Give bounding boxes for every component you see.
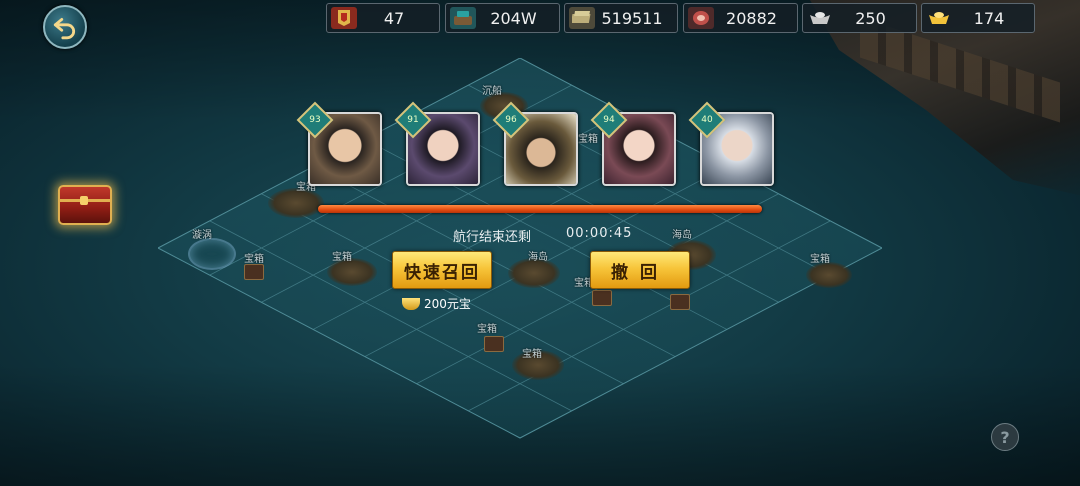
hero-level: 93 bbox=[309, 115, 321, 125]
treasure-box bbox=[244, 264, 264, 280]
withdraw-label: 撤回 bbox=[611, 262, 669, 283]
treasure-box bbox=[670, 294, 690, 310]
banner-token-icon bbox=[331, 7, 357, 29]
resource-wood: 204W bbox=[445, 3, 560, 33]
back-button[interactable] bbox=[43, 5, 87, 49]
wood-count: 204W bbox=[490, 8, 537, 28]
withdraw-button[interactable]: 撤回 bbox=[590, 251, 690, 289]
hero-level: 40 bbox=[701, 115, 713, 125]
silver-ingot-count: 250 bbox=[855, 8, 886, 28]
silver-count: 519511 bbox=[601, 8, 663, 28]
map-label: 沉船 bbox=[482, 86, 502, 97]
map-label: 漩涡 bbox=[192, 230, 212, 241]
remaining-label: 航行结束还剩 bbox=[453, 230, 532, 245]
quick-recall-button[interactable]: 快速召回 bbox=[392, 251, 492, 289]
meat-count: 20882 bbox=[726, 8, 777, 28]
banner-count: 47 bbox=[383, 8, 405, 28]
quick-recall-label: 快速召回 bbox=[404, 262, 480, 283]
recall-cost-text: 200元宝 bbox=[424, 297, 471, 311]
hero-level: 96 bbox=[505, 115, 517, 125]
meat-icon bbox=[688, 7, 714, 29]
map-label: 宝箱 bbox=[522, 349, 542, 360]
treasure-box bbox=[484, 336, 504, 352]
resource-silver: 519511 bbox=[564, 3, 678, 33]
map-label: 宝箱 bbox=[578, 134, 598, 145]
map-label: 海岛 bbox=[528, 252, 548, 263]
map-label: 宝箱 bbox=[810, 254, 830, 265]
gold-ingot-icon bbox=[926, 7, 952, 29]
resource-meat: 20882 bbox=[683, 3, 798, 33]
help-button[interactable]: ? bbox=[991, 423, 1019, 451]
help-icon: ? bbox=[1000, 427, 1010, 447]
whirlpool-icon bbox=[188, 238, 236, 270]
resource-banner: 47 bbox=[326, 3, 440, 33]
silver-ingot-icon bbox=[807, 7, 833, 29]
resource-gold-ingot: 174 bbox=[921, 3, 1035, 33]
hero-level: 91 bbox=[407, 115, 419, 125]
hero-level: 94 bbox=[603, 115, 615, 125]
silver-stack-icon bbox=[569, 7, 595, 29]
island bbox=[806, 262, 852, 288]
treasure-box bbox=[592, 290, 612, 306]
map-label: 海岛 bbox=[672, 230, 692, 241]
back-arrow-icon bbox=[53, 18, 76, 40]
gold-ingot-count: 174 bbox=[973, 8, 1005, 28]
resource-silver-ingot: 250 bbox=[802, 3, 917, 33]
gold-ingot-icon bbox=[402, 297, 420, 310]
voyage-progress-bar bbox=[318, 205, 762, 213]
recall-cost: 200元宝 bbox=[402, 295, 471, 312]
treasure-chest-icon[interactable] bbox=[58, 185, 112, 225]
remaining-time: 00:00:45 bbox=[566, 226, 633, 241]
map-label: 宝箱 bbox=[332, 252, 352, 263]
map-label: 宝箱 bbox=[477, 324, 497, 335]
wood-barrel-icon bbox=[450, 7, 476, 29]
map-label: 宝箱 bbox=[244, 254, 264, 265]
